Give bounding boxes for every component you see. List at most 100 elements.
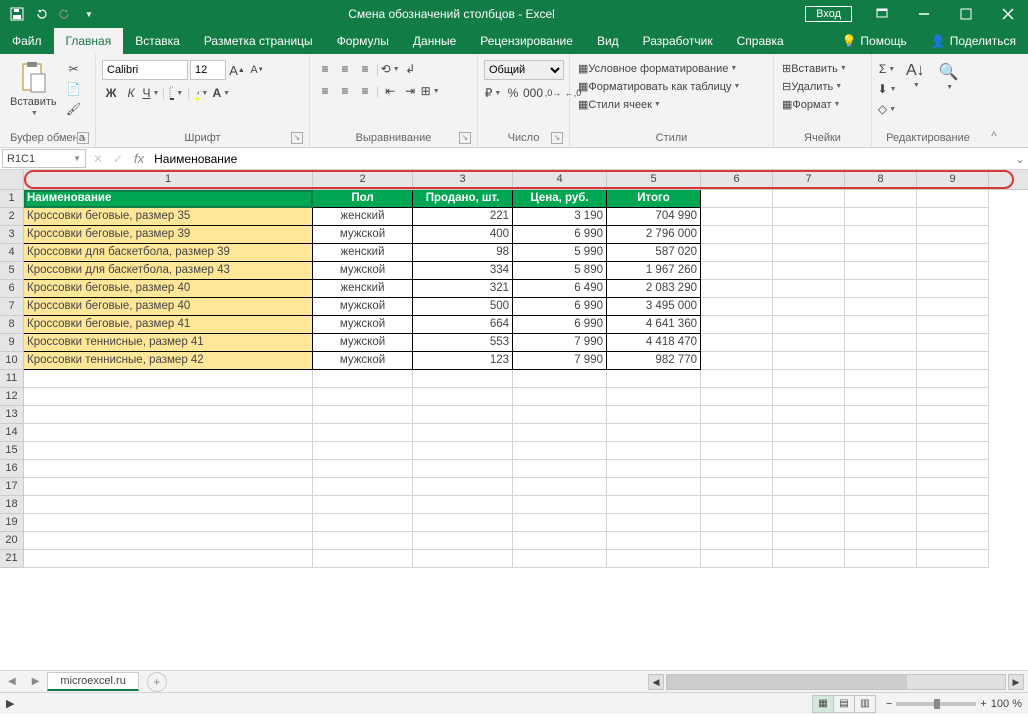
cell[interactable] <box>701 244 773 262</box>
row-header[interactable]: 16 <box>0 460 24 478</box>
cell[interactable] <box>701 460 773 478</box>
cell[interactable] <box>701 550 773 568</box>
cell[interactable]: 4 641 360 <box>607 316 701 334</box>
cell[interactable]: 334 <box>413 262 513 280</box>
cell[interactable]: 5 990 <box>513 244 607 262</box>
cell[interactable] <box>701 478 773 496</box>
formula-input[interactable] <box>150 149 1012 168</box>
cell[interactable] <box>701 442 773 460</box>
cell[interactable] <box>24 460 313 478</box>
cell[interactable]: 221 <box>413 208 513 226</box>
row-header[interactable]: 17 <box>0 478 24 496</box>
cell[interactable]: 982 770 <box>607 352 701 370</box>
grid-rows[interactable]: 1НаименованиеПолПродано, шт.Цена, руб.Ит… <box>0 190 1028 668</box>
cell[interactable] <box>845 280 917 298</box>
cell[interactable]: 6 990 <box>513 226 607 244</box>
cell[interactable] <box>24 424 313 442</box>
column-header[interactable]: 7 <box>773 170 845 189</box>
sheet-nav-prev-icon[interactable]: ◀ <box>0 676 24 687</box>
cell[interactable]: Кроссовки беговые, размер 35 <box>24 208 313 226</box>
font-launcher[interactable]: ↘ <box>291 132 303 144</box>
number-format-select[interactable]: Общий <box>484 60 564 80</box>
cell[interactable]: женский <box>313 208 413 226</box>
column-header[interactable]: 5 <box>607 170 701 189</box>
cell[interactable]: мужской <box>313 334 413 352</box>
cell[interactable] <box>773 316 845 334</box>
cell[interactable]: 6 490 <box>513 280 607 298</box>
cell[interactable] <box>845 424 917 442</box>
tab-file[interactable]: Файл <box>0 28 54 54</box>
row-header[interactable]: 3 <box>0 226 24 244</box>
row-header[interactable]: 12 <box>0 388 24 406</box>
sheet-nav-next-icon[interactable]: ▶ <box>24 676 48 687</box>
cell[interactable]: Кроссовки теннисные, размер 41 <box>24 334 313 352</box>
cell[interactable] <box>845 388 917 406</box>
cell[interactable] <box>773 424 845 442</box>
cell[interactable] <box>413 532 513 550</box>
increase-indent-icon[interactable]: ⇥ <box>401 82 419 100</box>
zoom-slider[interactable] <box>896 702 976 706</box>
cell[interactable] <box>24 514 313 532</box>
cell[interactable] <box>773 496 845 514</box>
cell[interactable] <box>313 532 413 550</box>
cell[interactable]: 123 <box>413 352 513 370</box>
sheet-tab-active[interactable]: microexcel.ru <box>47 672 138 691</box>
cell[interactable] <box>773 370 845 388</box>
tellme-button[interactable]: 💡Помощь <box>829 28 918 54</box>
percent-icon[interactable]: % <box>504 84 522 102</box>
cell[interactable]: женский <box>313 244 413 262</box>
cell[interactable]: Кроссовки беговые, размер 40 <box>24 298 313 316</box>
cell[interactable] <box>917 442 989 460</box>
cut-icon[interactable]: ✂ <box>65 60 83 78</box>
column-header[interactable]: 3 <box>413 170 513 189</box>
page-layout-view-icon[interactable]: ▤ <box>833 695 855 713</box>
cell[interactable] <box>607 496 701 514</box>
cell[interactable]: мужской <box>313 262 413 280</box>
cancel-formula-icon[interactable]: ✕ <box>88 152 108 166</box>
hscroll-thumb[interactable] <box>667 675 907 689</box>
cell[interactable]: 664 <box>413 316 513 334</box>
cell[interactable] <box>917 298 989 316</box>
row-header[interactable]: 18 <box>0 496 24 514</box>
cell[interactable] <box>845 406 917 424</box>
cell[interactable] <box>701 280 773 298</box>
cell[interactable] <box>845 532 917 550</box>
tab-help[interactable]: Справка <box>725 28 796 54</box>
cell[interactable]: Пол <box>313 190 413 208</box>
cell[interactable] <box>845 442 917 460</box>
cell[interactable] <box>773 406 845 424</box>
column-header[interactable]: 2 <box>313 170 413 189</box>
cell[interactable] <box>313 496 413 514</box>
alignment-launcher[interactable]: ↘ <box>459 132 471 144</box>
cell[interactable] <box>24 406 313 424</box>
row-header[interactable]: 13 <box>0 406 24 424</box>
cell[interactable] <box>773 442 845 460</box>
align-left-icon[interactable]: ≡ <box>316 82 334 100</box>
cell[interactable]: 7 990 <box>513 352 607 370</box>
format-painter-icon[interactable]: 🖌 <box>65 100 83 118</box>
cell[interactable] <box>701 334 773 352</box>
cell[interactable]: Кроссовки для баскетбола, размер 39 <box>24 244 313 262</box>
underline-button[interactable]: Ч▼ <box>142 84 160 102</box>
autosum-icon[interactable]: Σ▼ <box>878 60 896 78</box>
cell[interactable] <box>701 208 773 226</box>
cell[interactable]: 3 495 000 <box>607 298 701 316</box>
cell[interactable] <box>313 550 413 568</box>
borders-button[interactable]: ▼ <box>167 84 185 102</box>
cell[interactable] <box>607 478 701 496</box>
signin-button[interactable]: Вход <box>805 6 852 22</box>
cell[interactable] <box>845 208 917 226</box>
cell[interactable] <box>24 442 313 460</box>
row-header[interactable]: 14 <box>0 424 24 442</box>
cell[interactable]: Наименование <box>24 190 313 208</box>
cell[interactable]: 1 967 260 <box>607 262 701 280</box>
format-cells-button[interactable]: ▦ Формат▼ <box>780 96 842 113</box>
cell[interactable] <box>845 514 917 532</box>
cell[interactable] <box>845 226 917 244</box>
cell[interactable] <box>413 442 513 460</box>
row-header[interactable]: 7 <box>0 298 24 316</box>
zoom-level[interactable]: 100 % <box>991 698 1022 710</box>
cell[interactable] <box>701 370 773 388</box>
row-header[interactable]: 19 <box>0 514 24 532</box>
conditional-formatting-button[interactable]: ▦ Условное форматирование▼ <box>576 60 739 77</box>
